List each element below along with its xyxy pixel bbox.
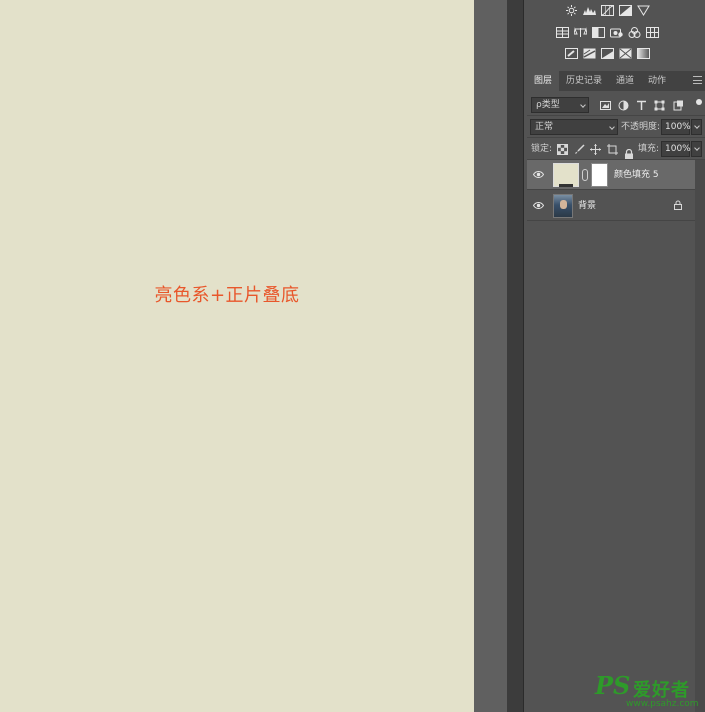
lock-pixels-icon[interactable] — [574, 144, 585, 155]
layer-row[interactable]: 颜色填充 5 — [527, 160, 695, 190]
adjustments-row-2 — [556, 27, 659, 38]
lock-label: 锁定: — [531, 144, 553, 154]
fill-input[interactable]: 100% — [661, 141, 691, 157]
black-white-icon[interactable] — [592, 27, 605, 38]
fill-label: 填充: — [638, 144, 660, 154]
layers-scrollbar[interactable] — [695, 160, 705, 712]
filter-type-icon[interactable] — [636, 100, 647, 111]
panel-divider[interactable] — [507, 0, 523, 712]
tab-actions[interactable]: 动作 — [641, 71, 673, 91]
panel-menu-icon[interactable] — [693, 76, 702, 84]
posterize-icon[interactable] — [583, 48, 596, 59]
filter-adjustment-icon[interactable] — [618, 100, 629, 111]
lock-row: 锁定: 填充: 100% — [527, 139, 705, 160]
layer-thumbnail[interactable] — [553, 194, 573, 218]
layer-filter-row: ρ类型 — [527, 95, 705, 116]
tab-history[interactable]: 历史记录 — [559, 71, 609, 91]
adjustments-row-3 — [565, 48, 650, 59]
lock-transparent-icon[interactable] — [557, 144, 568, 155]
layer-mask-thumbnail[interactable] — [591, 163, 608, 187]
tab-layers[interactable]: 图层 — [527, 71, 560, 91]
layer-thumbnail[interactable] — [553, 163, 579, 187]
filter-kind-label: ρ类型 — [536, 100, 560, 110]
layer-name[interactable]: 颜色填充 5 — [614, 168, 659, 182]
color-balance-icon[interactable] — [574, 27, 587, 38]
adjustments-row-1 — [565, 5, 650, 16]
filter-smart-object-icon[interactable] — [673, 100, 684, 111]
invert-icon[interactable] — [565, 48, 578, 59]
color-lookup-icon[interactable] — [646, 27, 659, 38]
levels-icon[interactable] — [583, 5, 596, 16]
brightness-icon[interactable] — [565, 5, 578, 16]
eye-icon[interactable] — [533, 170, 544, 179]
blend-row: 正常 不透明度: 100% — [527, 117, 705, 138]
svg-text:PS: PS — [594, 672, 630, 700]
photo-filter-icon[interactable] — [610, 27, 623, 38]
watermark-url: www.psahz.com — [626, 699, 699, 709]
lock-position-icon[interactable] — [590, 144, 601, 155]
fill-slider-toggle[interactable] — [691, 141, 702, 157]
chevron-down-icon — [580, 102, 586, 108]
panel-tabs: 图层 历史记录 通道 动作 — [527, 71, 705, 91]
layer-name[interactable]: 背景 — [578, 199, 596, 213]
selective-color-icon[interactable] — [619, 48, 632, 59]
opacity-input[interactable]: 100% — [661, 119, 691, 135]
blend-mode-select[interactable]: 正常 — [530, 119, 618, 135]
lock-icon — [674, 200, 682, 210]
canvas-gutter — [474, 0, 507, 712]
gradient-map-icon[interactable] — [637, 48, 650, 59]
curves-icon[interactable] — [601, 5, 614, 16]
filter-toggle[interactable] — [696, 99, 702, 105]
chevron-down-icon — [609, 124, 615, 130]
watermark-logo: PS — [594, 672, 630, 700]
filter-shape-icon[interactable] — [654, 100, 665, 111]
tab-channels[interactable]: 通道 — [609, 71, 641, 91]
opacity-label: 不透明度: — [621, 122, 661, 132]
exposure-icon[interactable] — [619, 5, 632, 16]
layer-row[interactable]: 背景 — [527, 191, 695, 221]
channel-mixer-icon[interactable] — [628, 27, 641, 38]
blend-mode-label: 正常 — [535, 122, 554, 132]
document-canvas[interactable]: 亮色系+正片叠底 — [0, 0, 474, 712]
filter-kind-select[interactable]: ρ类型 — [531, 97, 589, 113]
lock-artboard-icon[interactable] — [607, 144, 618, 155]
hue-saturation-icon[interactable] — [556, 27, 569, 38]
threshold-icon[interactable] — [601, 48, 614, 59]
vibrance-icon[interactable] — [637, 5, 650, 16]
eye-icon[interactable] — [533, 201, 544, 210]
filter-pixel-icon[interactable] — [600, 100, 611, 111]
canvas-caption: 亮色系+正片叠底 — [154, 285, 300, 306]
lock-all-icon[interactable] — [624, 144, 634, 159]
opacity-slider-toggle[interactable] — [691, 119, 702, 135]
link-icon[interactable] — [582, 169, 588, 181]
